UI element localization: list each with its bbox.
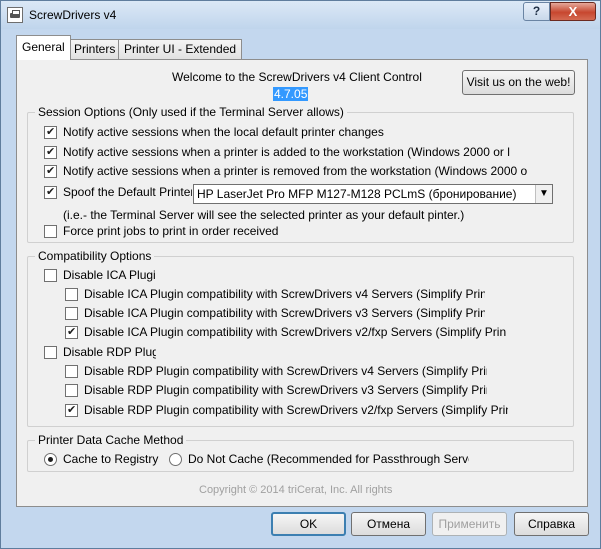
spoof-printer-select[interactable]: HP LaserJet Pro MFP M127-M128 PCLmS (бро… bbox=[193, 184, 553, 204]
tab-general[interactable]: General bbox=[16, 35, 71, 60]
rdp-v2-option[interactable]: Disable RDP Plugin compatibility with Sc… bbox=[65, 403, 508, 419]
compatibility-options-title: Compatibility Options bbox=[35, 249, 155, 263]
rdp-v3-checkbox[interactable] bbox=[65, 384, 78, 397]
visit-web-button[interactable]: Visit us on the web! bbox=[462, 70, 575, 95]
disable-rdp-label: Disable RDP Plugir bbox=[63, 345, 156, 359]
ica-v2-option[interactable]: Disable ICA Plugin compatibility with Sc… bbox=[65, 325, 506, 341]
ica-v4-label: Disable ICA Plugin compatibility with Sc… bbox=[84, 287, 485, 301]
spoof-default-option[interactable]: Spoof the Default Printer bbox=[44, 185, 192, 201]
help-title-button[interactable]: ? bbox=[523, 2, 550, 21]
notify-printer-removed-label: Notify active sessions when a printer is… bbox=[63, 164, 528, 178]
cache-registry-label: Cache to Registry bbox=[63, 452, 159, 466]
notify-default-change-option[interactable]: Notify active sessions when the local de… bbox=[44, 125, 564, 141]
window-title: ScrewDrivers v4 bbox=[29, 8, 117, 22]
disable-ica-option[interactable]: Disable ICA Plugir bbox=[44, 268, 156, 284]
cancel-button[interactable]: Отмена bbox=[351, 512, 426, 536]
rdp-v4-checkbox[interactable] bbox=[65, 365, 78, 378]
no-cache-label: Do Not Cache (Recommended for Passthroug… bbox=[188, 452, 469, 466]
spoof-default-checkbox[interactable] bbox=[44, 185, 57, 200]
disable-rdp-checkbox[interactable] bbox=[44, 346, 57, 359]
version-label: 4.7.05 bbox=[273, 87, 309, 101]
tab-printers[interactable]: Printers bbox=[68, 39, 122, 59]
disable-ica-label: Disable ICA Plugir bbox=[63, 268, 156, 282]
force-order-label: Force print jobs to print in order recei… bbox=[63, 224, 279, 238]
notify-printer-removed-checkbox[interactable] bbox=[44, 164, 57, 179]
spoof-printer-value: HP LaserJet Pro MFP M127-M128 PCLmS (бро… bbox=[197, 187, 517, 201]
apply-button[interactable]: Применить bbox=[432, 512, 507, 536]
no-cache-option[interactable]: Do Not Cache (Recommended for Passthroug… bbox=[169, 452, 469, 468]
rdp-v3-label: Disable RDP Plugin compatibility with Sc… bbox=[84, 383, 487, 397]
title-bar[interactable]: ScrewDrivers v4 ? X bbox=[1, 1, 600, 29]
general-tab-panel: Welcome to the ScrewDrivers v4 Client Co… bbox=[16, 59, 588, 507]
force-order-option[interactable]: Force print jobs to print in order recei… bbox=[44, 224, 544, 240]
cache-registry-radio[interactable] bbox=[44, 453, 57, 466]
notify-default-change-checkbox[interactable] bbox=[44, 125, 57, 140]
notify-printer-added-label: Notify active sessions when a printer is… bbox=[63, 145, 510, 159]
ica-v2-label: Disable ICA Plugin compatibility with Sc… bbox=[84, 325, 506, 339]
force-order-checkbox[interactable] bbox=[44, 225, 57, 238]
ica-v3-option[interactable]: Disable ICA Plugin compatibility with Sc… bbox=[65, 306, 485, 322]
rdp-v4-label: Disable RDP Plugin compatibility with Sc… bbox=[84, 364, 487, 378]
rdp-v3-option[interactable]: Disable RDP Plugin compatibility with Sc… bbox=[65, 383, 487, 399]
spoof-note: (i.e.- the Terminal Server will see the … bbox=[63, 208, 465, 222]
close-button[interactable]: X bbox=[550, 2, 596, 21]
ok-button[interactable]: OK bbox=[271, 512, 346, 536]
printer-icon bbox=[7, 7, 23, 23]
tab-printer-ui-extended[interactable]: Printer UI - Extended bbox=[118, 39, 243, 59]
notify-printer-added-checkbox[interactable] bbox=[44, 145, 57, 160]
no-cache-radio[interactable] bbox=[169, 453, 182, 466]
notify-printer-removed-option[interactable]: Notify active sessions when a printer is… bbox=[44, 164, 528, 180]
chevron-down-icon[interactable]: ▼ bbox=[535, 185, 552, 203]
disable-ica-checkbox[interactable] bbox=[44, 269, 57, 282]
disable-rdp-option[interactable]: Disable RDP Plugir bbox=[44, 345, 156, 361]
cache-registry-option[interactable]: Cache to Registry bbox=[44, 452, 169, 468]
rdp-v2-label: Disable RDP Plugin compatibility with Sc… bbox=[84, 403, 508, 417]
cache-method-title: Printer Data Cache Method bbox=[35, 433, 187, 447]
rdp-v4-option[interactable]: Disable RDP Plugin compatibility with Sc… bbox=[65, 364, 487, 380]
notify-printer-added-option[interactable]: Notify active sessions when a printer is… bbox=[44, 145, 528, 161]
rdp-v2-checkbox[interactable] bbox=[65, 403, 78, 418]
welcome-text: Welcome to the ScrewDrivers v4 Client Co… bbox=[172, 70, 422, 84]
screwdrivers-window: ScrewDrivers v4 ? X General Printers Pri… bbox=[0, 0, 601, 549]
ica-v4-option[interactable]: Disable ICA Plugin compatibility with Sc… bbox=[65, 287, 485, 303]
help-button[interactable]: Справка bbox=[514, 512, 589, 536]
spoof-default-label: Spoof the Default Printer bbox=[63, 185, 192, 199]
session-options-title: Session Options (Only used if the Termin… bbox=[35, 105, 347, 119]
ica-v3-checkbox[interactable] bbox=[65, 307, 78, 320]
ica-v3-label: Disable ICA Plugin compatibility with Sc… bbox=[84, 306, 485, 320]
copyright-text: Copyright © 2014 triCerat, Inc. All righ… bbox=[199, 484, 393, 496]
ica-v2-checkbox[interactable] bbox=[65, 325, 78, 340]
ica-v4-checkbox[interactable] bbox=[65, 288, 78, 301]
notify-default-change-label: Notify active sessions when the local de… bbox=[63, 125, 384, 139]
